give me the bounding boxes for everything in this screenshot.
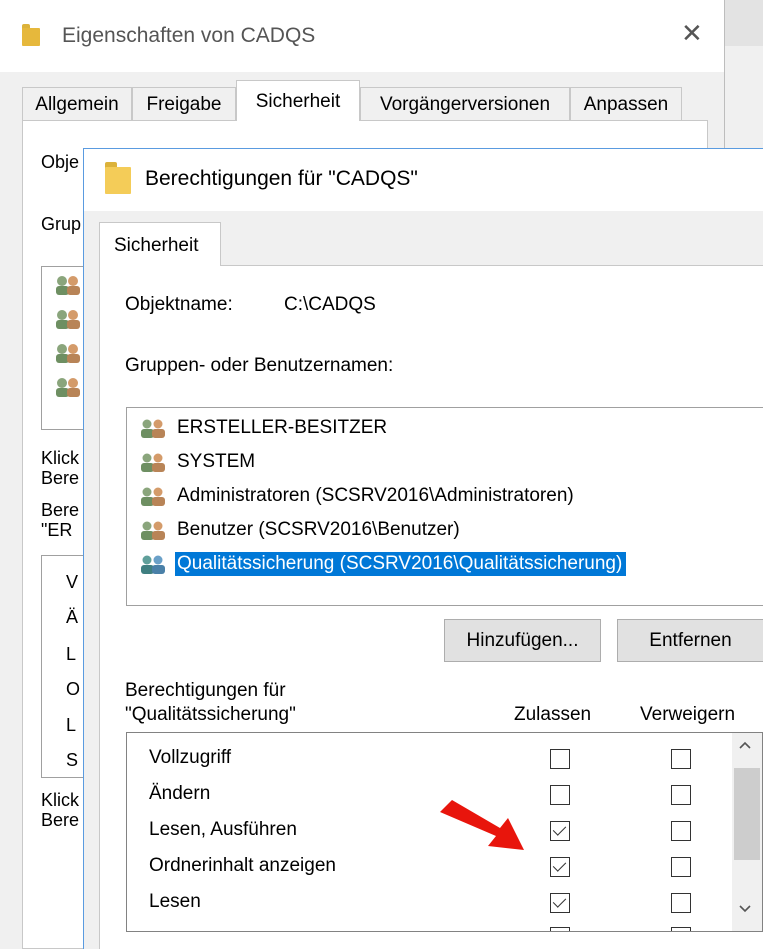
permission-name: Ändern [149,783,211,804]
remove-button[interactable]: Entfernen [617,619,763,662]
cut-label: Grup [41,214,81,234]
allow-column-header: Zulassen [514,704,592,725]
cut-label: Obje [41,152,80,172]
permission-name: Vollzugriff [149,747,232,768]
deny-checkbox[interactable] [671,749,691,769]
deny-checkbox[interactable] [671,927,691,931]
groups-label: Gruppen- oder Benutzernamen: [125,355,394,376]
folder-icon [105,162,131,194]
users-group-icon [141,555,165,574]
users-group-icon [56,276,80,397]
permission-name: Ordnerinhalt anzeigen [149,855,336,876]
red-arrow-annotation [440,800,524,850]
permissions-header-line1: Berechtigungen für [125,680,286,701]
tab-vorgaengerversionen[interactable]: Vorgängerversionen [360,87,570,120]
folder-icon [22,24,40,46]
cut-label: Klick [41,448,80,468]
tab-allgemein[interactable]: Allgemein [22,87,132,120]
background-window-header [725,0,763,46]
tab-anpassen[interactable]: Anpassen [570,87,682,120]
permissions-title: Berechtigungen für "CADQS" [145,167,418,190]
allow-checkbox[interactable] [550,893,570,913]
deny-checkbox[interactable] [671,857,691,877]
allow-checkbox[interactable] [550,785,570,805]
properties-title: Eigenschaften von CADQS [62,24,316,47]
deny-checkbox[interactable] [671,821,691,841]
object-name-value: C:\CADQS [284,294,376,315]
permissions-header-line2: "Qualitätssicherung" [125,704,296,725]
users-list[interactable]: ERSTELLER-BESITZER SYSTEM Administratore… [126,407,763,606]
cut-label: Bere [41,500,80,520]
chevron-down-icon[interactable] [738,904,752,914]
permission-name: Lesen, Ausführen [149,819,297,840]
allow-checkbox[interactable] [550,821,570,841]
users-group-icon [141,419,165,438]
cut-label: "ER [41,520,73,540]
cut-label: Klick [41,790,80,810]
close-icon[interactable]: ✕ [681,20,703,46]
permission-name: Lesen [149,891,201,912]
back-permissions-list[interactable]: V Ä L O L S [41,555,86,778]
tab-sicherheit-front[interactable]: Sicherheit [99,222,221,266]
cut-label: Bere [41,810,80,830]
users-group-icon [141,453,165,472]
tab-sicherheit[interactable]: Sicherheit [236,80,360,121]
chevron-up-icon[interactable] [738,740,752,750]
scrollbar-thumb[interactable] [734,768,760,860]
allow-checkbox[interactable] [550,927,570,931]
object-name-label: Objektname: [125,294,233,315]
cut-label: Bere [41,468,80,488]
deny-checkbox[interactable] [671,785,691,805]
deny-checkbox[interactable] [671,893,691,913]
add-button[interactable]: Hinzufügen... [444,619,601,662]
allow-checkbox[interactable] [550,857,570,877]
users-group-icon [141,487,165,506]
tab-freigabe[interactable]: Freigabe [132,87,236,120]
users-group-icon [141,521,165,540]
allow-checkbox[interactable] [550,749,570,769]
back-users-list[interactable] [41,266,86,430]
deny-column-header: Verweigern [640,704,736,725]
